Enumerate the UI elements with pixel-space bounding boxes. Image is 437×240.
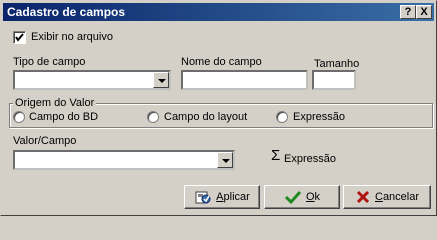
size-label: Tamanho <box>314 58 360 70</box>
origin-radio-expression[interactable] <box>276 111 288 123</box>
apply-label: Aplicar <box>216 191 250 203</box>
window-title: Cadastro de campos <box>7 5 126 19</box>
cancel-x-icon <box>356 190 370 204</box>
value-field-label: Valor/Campo <box>13 135 77 147</box>
cancel-label: Cancelar <box>374 191 420 203</box>
show-in-file-label: Exibir no arquivo <box>31 31 113 43</box>
size-input[interactable] <box>312 70 356 90</box>
apply-icon <box>195 191 211 204</box>
cancel-button[interactable]: Cancelar <box>343 185 431 209</box>
checkmark-icon <box>15 33 24 42</box>
field-name-label: Nome do campo <box>181 56 262 68</box>
chevron-down-icon <box>222 159 230 163</box>
title-bar[interactable]: Cadastro de campos ? X <box>3 3 434 21</box>
chevron-down-icon <box>158 79 166 83</box>
ok-button[interactable]: Ok <box>264 185 340 209</box>
origin-radio-layout[interactable] <box>147 111 159 123</box>
value-field-combobox[interactable] <box>13 150 235 170</box>
origin-option-label: Expressão <box>293 111 345 123</box>
origin-option-label: Campo do layout <box>164 111 248 123</box>
field-type-combobox[interactable] <box>13 70 171 90</box>
help-button[interactable]: ? <box>400 5 416 19</box>
expression-link[interactable]: Expressão <box>284 153 336 165</box>
sigma-icon[interactable]: Σ <box>271 148 280 164</box>
origin-group-label: Origem do Valor <box>13 97 97 109</box>
origin-radio-db[interactable] <box>13 111 25 123</box>
close-button[interactable]: X <box>416 5 432 19</box>
dialog-window: Cadastro de campos ? X Exibir no arquivo… <box>0 0 437 216</box>
check-icon <box>284 190 302 205</box>
show-in-file-checkbox[interactable] <box>13 31 26 44</box>
origin-option-label: Campo do BD <box>29 111 99 123</box>
ok-label: Ok <box>305 191 321 203</box>
value-field-dropdown-button[interactable] <box>217 152 233 168</box>
field-type-dropdown-button[interactable] <box>153 72 169 88</box>
field-type-label: Tipo de campo <box>13 56 86 68</box>
apply-button[interactable]: Aplicar <box>184 185 260 209</box>
field-name-input[interactable] <box>181 70 308 90</box>
